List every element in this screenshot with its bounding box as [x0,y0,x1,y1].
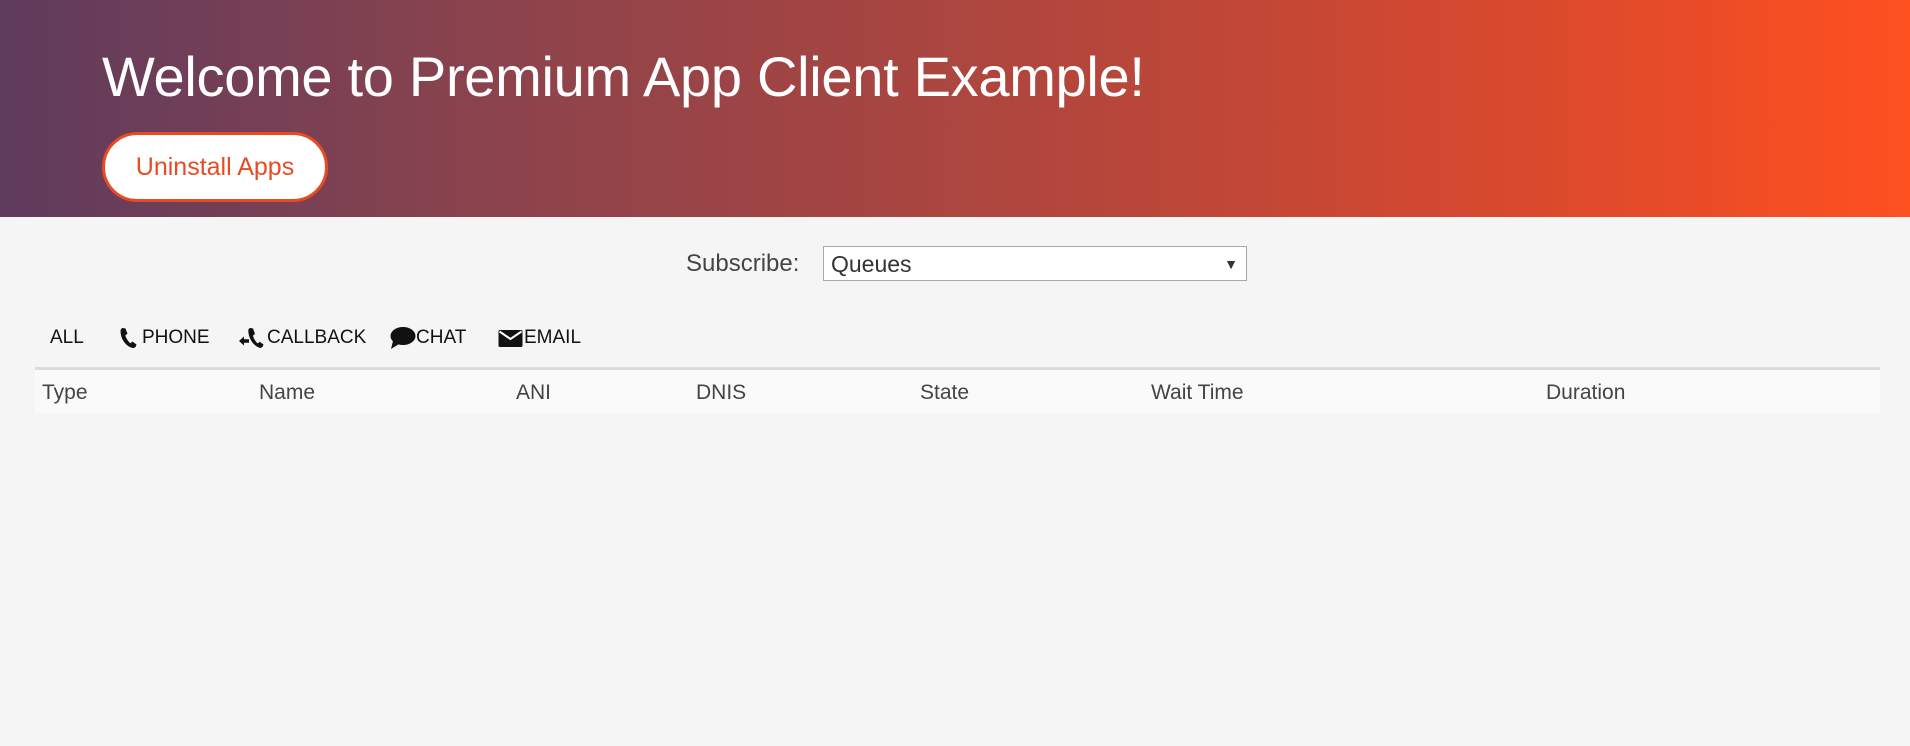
column-header-duration[interactable]: Duration [1546,381,1625,405]
filter-phone[interactable]: PHONE [119,322,210,354]
callback-icon [238,327,265,349]
header-banner: Welcome to Premium App Client Example! U… [0,0,1910,217]
filter-all-label: ALL [50,327,84,348]
email-icon [498,328,523,348]
filter-email[interactable]: EMAIL [498,322,581,354]
page-title: Welcome to Premium App Client Example! [102,45,1145,108]
filter-phone-label: PHONE [142,327,210,348]
column-header-state[interactable]: State [920,381,969,405]
subscribe-row: Subscribe: Queues ▼ [0,246,1910,282]
column-header-ani[interactable]: ANI [516,381,551,405]
filter-email-label: EMAIL [524,327,582,348]
phone-icon [119,327,138,349]
filter-callback[interactable]: CALLBACK [238,322,366,354]
column-header-type[interactable]: Type [42,381,88,405]
column-header-wait-time[interactable]: Wait Time [1151,381,1244,405]
subscribe-select[interactable]: Queues ▼ [823,246,1247,281]
chevron-down-icon: ▼ [1224,256,1238,272]
column-header-dnis[interactable]: DNIS [696,381,746,405]
channel-filter-bar: ALL PHONE CALLBACK CHAT EMAIL [0,322,1910,354]
interactions-table: Type Name ANI DNIS State Wait Time Durat… [35,367,1880,413]
chat-icon [389,326,416,350]
filter-all[interactable]: ALL [50,322,84,354]
subscribe-selected-value: Queues [831,251,912,277]
subscribe-label: Subscribe: [686,250,800,277]
filter-chat-label: CHAT [416,327,467,348]
column-header-name[interactable]: Name [259,381,315,405]
uninstall-apps-button[interactable]: Uninstall Apps [102,132,328,202]
filter-chat[interactable]: CHAT [389,322,466,354]
filter-callback-label: CALLBACK [267,327,367,348]
